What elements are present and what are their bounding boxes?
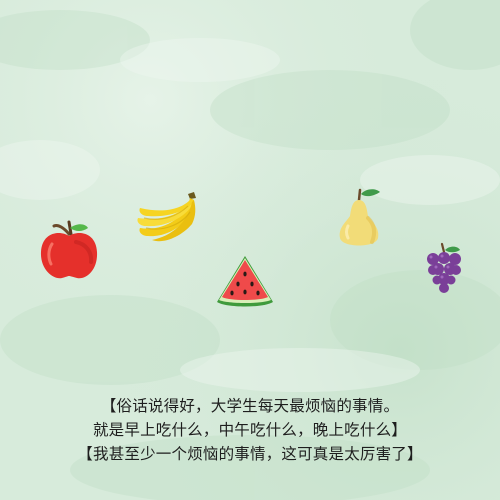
pear-icon xyxy=(334,186,384,250)
banana-icon xyxy=(132,188,200,250)
grapes-icon xyxy=(424,242,464,294)
caption-block: 【俗话说得好，大学生每天最烦恼的事情。 就是早上吃什么，中午吃什么，晚上吃什么】… xyxy=(0,394,500,466)
caption-line-2: 就是早上吃什么，中午吃什么，晚上吃什么】 xyxy=(92,421,407,439)
caption-line-1: 【俗话说得好，大学生每天最烦恼的事情。 xyxy=(100,397,400,415)
poster-canvas: 【俗话说得好，大学生每天最烦恼的事情。 就是早上吃什么，中午吃什么，晚上吃什么】… xyxy=(0,0,500,500)
apple-icon xyxy=(36,218,102,284)
watermelon-icon xyxy=(214,252,276,310)
caption-line-3: 【我甚至少一个烦恼的事情，这可真是太厉害了】 xyxy=(77,445,423,463)
